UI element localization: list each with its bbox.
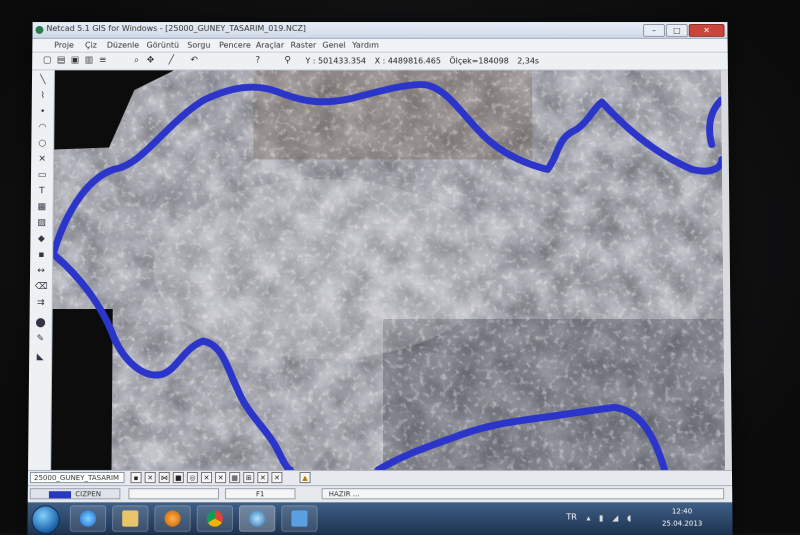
menu-bar: Proje Çiz Düzenle Görüntü Sorgu Pencere … [32,38,728,53]
fill-tool-icon[interactable]: ⬤ [34,317,46,329]
hatch-tool-icon[interactable]: ▨ [35,217,47,229]
menu-sorgu[interactable]: Sorgu [187,41,210,50]
open-icon[interactable]: ▤ [56,56,66,66]
minimize-button[interactable]: – [643,24,665,37]
time-value: 2,34s [517,56,540,66]
layer-field[interactable]: CIZPEN [29,488,121,500]
menu-yardim[interactable]: Yardım [352,41,379,50]
text-tool-icon[interactable]: T [36,185,48,197]
status-bar: CIZPEN F1 HAZIR ... [27,485,733,503]
offset-tool-icon[interactable]: ⇉ [35,297,47,309]
folder-icon [122,510,139,527]
x-coordinate: X : 4489816.465 [374,56,441,66]
erase-tool-icon[interactable]: ⌫ [35,281,48,293]
remote-desktop-taskbar[interactable] [281,505,318,532]
chrome-icon [206,510,223,527]
zoom-icon[interactable]: ⌕ [132,56,142,66]
netcad-icon [249,510,266,527]
menu-genel[interactable]: Genel [322,41,345,50]
snap-endpoint-button[interactable]: ✕ [144,471,156,484]
close-button[interactable]: ✕ [688,24,725,37]
save-icon[interactable]: ▣ [70,56,80,66]
snap-grid-button[interactable]: ▪ [130,471,142,484]
snap-tool-icon[interactable]: ✕ [36,154,48,166]
status-message: HAZIR ... [321,488,725,500]
node-tool-icon[interactable]: ▪ [35,249,47,261]
y-coordinate: Y : 501433.354 [305,56,367,66]
media-player-taskbar[interactable] [154,505,191,532]
print-icon[interactable]: ▥ [84,56,94,66]
snap-center-button[interactable]: ◎ [186,471,198,484]
arc-tool-icon[interactable]: ◠ [36,122,48,134]
layers-icon[interactable]: ≡ [98,56,108,66]
media-player-icon [164,510,181,527]
main-toolbar: ▢ ▤ ▣ ▥ ≡ ⌕ ✥ ╱ ↶ ? ⚲ Y : 501433.354 X :… [32,52,728,71]
maximize-button[interactable]: □ [665,24,688,37]
line-tool-icon[interactable]: ╲ [37,74,49,86]
snap-nearest-button[interactable]: ✕ [215,471,227,484]
tray-icons[interactable]: ▴ ▮ ◢ ◖ [586,513,634,522]
area-tool-icon[interactable]: ▦ [36,201,48,213]
function-key-field[interactable]: F1 [225,488,296,500]
line-icon[interactable]: ╱ [166,56,176,66]
netcad-taskbar[interactable] [238,505,276,532]
scale-value: Ölçek=184098 [449,56,509,66]
symbol-tool-icon[interactable]: ◆ [35,233,47,245]
snap-mid-button[interactable]: ■ [172,471,184,484]
clock-time: 12:40 [671,507,693,516]
warning-icon[interactable]: ▲ [299,471,311,484]
object-snap-button[interactable]: ✕ [271,471,283,484]
layer-color-swatch [49,490,72,498]
satellite-map [51,70,725,470]
application-window: Netcad 5.1 GIS for Windows - [25000_GUNE… [27,22,733,535]
linetype-field[interactable] [128,488,220,500]
menu-goruntu[interactable]: Görüntü [147,41,180,50]
coordinate-readout: Y : 501433.354 X : 4489816.465 Ölçek=184… [305,57,545,66]
chrome-taskbar[interactable] [196,505,234,532]
pan-icon[interactable]: ✥ [145,56,155,66]
title-bar: Netcad 5.1 GIS for Windows - [25000_GUNE… [32,22,728,39]
menu-raster[interactable]: Raster [291,41,317,50]
language-indicator[interactable]: TR [566,512,577,521]
menu-araclar[interactable]: Araçlar [256,41,284,50]
grid-toggle-button[interactable]: ▦ [229,471,241,484]
help-icon[interactable]: ? [253,56,263,66]
rectangle-tool-icon[interactable]: ▭ [36,169,48,181]
query-icon[interactable]: ⚲ [283,56,293,66]
start-button[interactable] [31,505,60,534]
pen-tool-icon[interactable]: ✎ [34,333,46,345]
app-icon [35,25,44,34]
circle-tool-icon[interactable]: ○ [36,138,48,150]
window-title: Netcad 5.1 GIS for Windows - [25000_GUNE… [46,24,306,33]
internet-explorer-taskbar[interactable] [69,505,107,532]
clock-date: 25.04.2013 [661,519,703,528]
snap-intersection-button[interactable]: ⋈ [158,471,170,484]
menu-duzenle[interactable]: Düzenle [107,41,139,50]
paint-tool-icon[interactable]: ◣ [34,351,46,363]
menu-pencere[interactable]: Pencere [219,41,251,50]
drawing-tab[interactable]: 25000_GUNEY_TASARIM [29,471,125,484]
polar-toggle-button[interactable]: ✕ [257,471,269,484]
menu-ciz[interactable]: Çiz [85,41,97,50]
windows-taskbar: TR ▴ ▮ ◢ ◖ 12:40 25.04.2013 [27,502,733,535]
explorer-taskbar[interactable] [112,505,149,532]
menu-proje[interactable]: Proje [54,41,74,50]
snap-perpendicular-button[interactable]: ✕ [200,471,213,484]
polyline-tool-icon[interactable]: ⌇ [37,90,49,102]
map-view[interactable] [51,70,725,470]
point-tool-icon[interactable]: • [37,106,49,118]
ortho-toggle-button[interactable]: ⊞ [243,471,255,484]
ie-icon [79,510,97,527]
undo-icon[interactable]: ↶ [189,56,199,66]
monitor-icon [291,510,308,527]
system-clock[interactable]: 12:40 25.04.2013 [652,505,713,529]
drawing-tabs-bar: 25000_GUNEY_TASARIM ▪ ✕ ⋈ ■ ◎ ✕ ✕ ▦ ⊞ ✕ … [27,469,733,486]
measure-tool-icon[interactable]: ↔ [35,265,47,277]
new-icon[interactable]: ▢ [42,56,52,66]
layer-name: CIZPEN [75,490,102,499]
